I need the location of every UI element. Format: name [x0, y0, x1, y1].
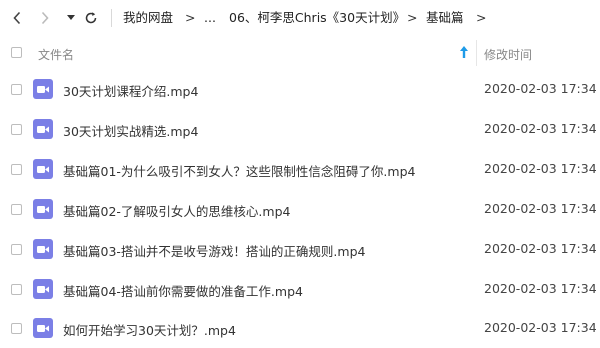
file-modified-time: 2020-02-03 17:34 — [484, 281, 597, 296]
file-modified-time: 2020-02-03 17:34 — [484, 241, 597, 256]
file-modified-time: 2020-02-03 17:34 — [484, 320, 597, 335]
file-row[interactable]: 基础篇03-搭讪并不是收号游戏！搭讪的正确规则.mp4 2020-02-03 1… — [0, 229, 600, 269]
file-name[interactable]: 基础篇02-了解吸引女人的思维核心.mp4 — [63, 201, 290, 220]
file-modified-time: 2020-02-03 17:34 — [484, 201, 597, 216]
file-name[interactable]: 基础篇04-搭讪前你需要做的准备工作.mp4 — [63, 281, 303, 300]
file-modified-time: 2020-02-03 17:34 — [484, 161, 597, 176]
chevron-right-icon — [41, 11, 49, 25]
breadcrumb-item-current[interactable]: 基础篇 — [426, 10, 464, 26]
column-divider[interactable] — [476, 40, 477, 66]
video-file-icon — [33, 318, 53, 338]
video-file-icon — [33, 239, 53, 259]
column-header-name[interactable]: 文件名 — [38, 46, 74, 63]
breadcrumb-separator: > — [407, 10, 418, 25]
file-row[interactable]: 基础篇02-了解吸引女人的思维核心.mp4 2020-02-03 17:34 — [0, 189, 600, 229]
refresh-icon — [85, 12, 97, 24]
breadcrumb-separator: > — [185, 10, 196, 25]
file-name[interactable]: 30天计划课程介绍.mp4 — [63, 81, 198, 100]
row-checkbox[interactable] — [11, 84, 22, 95]
file-name[interactable]: 基础篇01-为什么吸引不到女人？这些限制性信念阻碍了你.mp4 — [63, 161, 415, 180]
caret-down-icon — [67, 15, 75, 20]
file-row[interactable]: 如何开始学习30天计划？.mp4 2020-02-03 17:34 — [0, 308, 600, 348]
file-modified-time: 2020-02-03 17:34 — [484, 81, 597, 96]
file-row[interactable]: 30天计划课程介绍.mp4 2020-02-03 17:34 — [0, 69, 600, 109]
file-row[interactable]: 基础篇04-搭讪前你需要做的准备工作.mp4 2020-02-03 17:34 — [0, 269, 600, 309]
row-checkbox[interactable] — [11, 164, 22, 175]
toolbar-divider — [111, 9, 112, 27]
row-checkbox[interactable] — [11, 244, 22, 255]
row-checkbox[interactable] — [11, 323, 22, 334]
video-file-icon — [33, 199, 53, 219]
video-file-icon — [33, 119, 53, 139]
sort-up-icon[interactable] — [459, 45, 469, 62]
file-name[interactable]: 基础篇03-搭讪并不是收号游戏！搭讪的正确规则.mp4 — [63, 241, 365, 260]
file-name[interactable]: 30天计划实战精选.mp4 — [63, 121, 198, 140]
breadcrumb-item-course[interactable]: 06、柯李思Chris《30天计划》 — [229, 10, 405, 26]
column-header-modified[interactable]: 修改时间 — [484, 46, 532, 63]
breadcrumb-separator: > — [476, 10, 487, 25]
back-button[interactable] — [8, 8, 26, 28]
breadcrumb-item-ellipsis[interactable]: ... — [204, 10, 216, 26]
file-name[interactable]: 如何开始学习30天计划？.mp4 — [63, 320, 236, 339]
refresh-button[interactable] — [82, 8, 100, 28]
chevron-left-icon — [13, 11, 21, 25]
row-checkbox[interactable] — [11, 204, 22, 215]
toolbar: 我的网盘 > ... 06、柯李思Chris《30天计划》 > 基础篇 > — [0, 0, 600, 36]
row-checkbox[interactable] — [11, 284, 22, 295]
video-file-icon — [33, 159, 53, 179]
file-row[interactable]: 30天计划实战精选.mp4 2020-02-03 17:34 — [0, 109, 600, 149]
video-file-icon — [33, 79, 53, 99]
row-checkbox[interactable] — [11, 124, 22, 135]
select-all-checkbox[interactable] — [11, 47, 22, 58]
history-dropdown-button[interactable] — [62, 8, 80, 28]
file-row[interactable]: 基础篇01-为什么吸引不到女人？这些限制性信念阻碍了你.mp4 2020-02-… — [0, 149, 600, 189]
video-file-icon — [33, 279, 53, 299]
file-list-header: 文件名 修改时间 — [0, 40, 600, 66]
forward-button[interactable] — [36, 8, 54, 28]
breadcrumb-item-root[interactable]: 我的网盘 — [123, 10, 173, 26]
file-modified-time: 2020-02-03 17:34 — [484, 121, 597, 136]
